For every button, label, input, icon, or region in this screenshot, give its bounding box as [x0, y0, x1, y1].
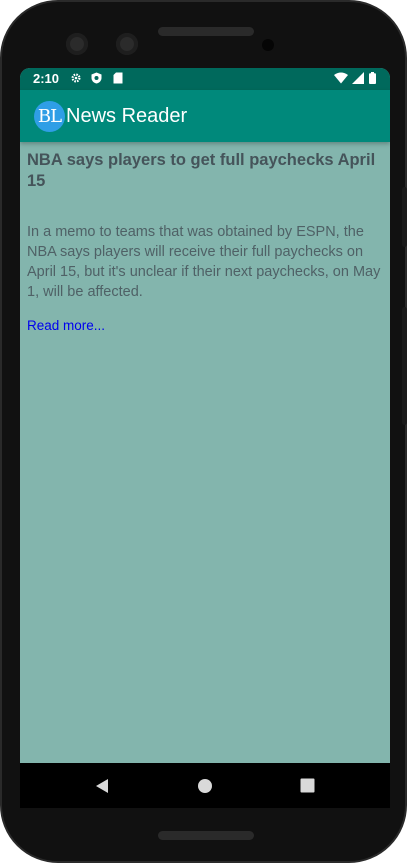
article-headline: NBA says players to get full paychecks A… [27, 151, 376, 190]
article-card: NBA says players to get full paychecks A… [27, 150, 383, 334]
proximity-sensor [262, 39, 274, 51]
status-bar: 2:10 [20, 68, 390, 90]
app-logo: BL [34, 101, 65, 132]
phone-frame: 2:10 BL News Reader NBA says players to … [0, 0, 407, 863]
gear-icon [70, 72, 82, 84]
back-icon[interactable] [72, 763, 132, 808]
sd-card-icon [112, 72, 124, 84]
screen: 2:10 BL News Reader NBA says players to … [20, 68, 390, 808]
earpiece-speaker [158, 27, 254, 36]
navigation-bar [20, 763, 390, 808]
shield-icon [90, 72, 102, 84]
front-camera-secondary [116, 33, 138, 55]
logo-text: BL [37, 106, 62, 127]
battery-icon [368, 72, 376, 84]
power-button[interactable] [402, 187, 407, 247]
article-summary: In a memo to teams that was obtained by … [27, 224, 381, 300]
status-time: 2:10 [33, 71, 60, 86]
bottom-speaker [158, 831, 254, 840]
recents-icon[interactable] [277, 763, 337, 808]
read-more-link[interactable]: Read more... [27, 318, 105, 333]
volume-rocker[interactable] [402, 307, 407, 425]
home-icon[interactable] [175, 763, 235, 808]
app-bar: BL News Reader [20, 90, 390, 142]
wifi-icon [334, 72, 348, 84]
front-camera [66, 33, 88, 55]
app-title: News Reader [66, 105, 188, 127]
signal-icon [352, 72, 364, 84]
